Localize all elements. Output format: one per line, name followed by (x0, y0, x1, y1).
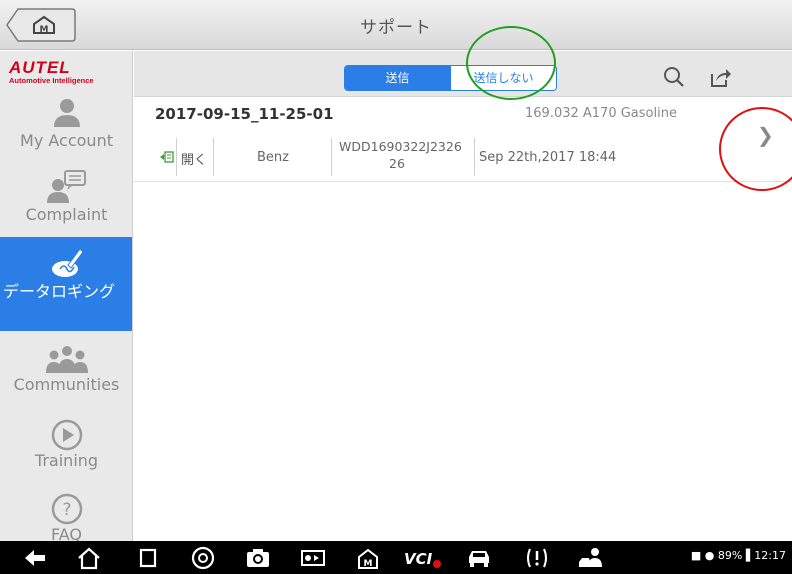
tpms-icon[interactable] (524, 545, 550, 571)
display-settings-icon[interactable] (300, 545, 326, 571)
record-row[interactable]: 開く Benz WDD1690322J2326 26 Sep 22th,2017… (134, 134, 792, 182)
sidebar-item-label: データロギング (3, 282, 116, 301)
status-area: ■ ● 89% ▌12:17 (691, 549, 786, 562)
recent-apps-icon[interactable] (135, 545, 161, 571)
battery-level: 89% (717, 549, 743, 562)
system-nav-bar: M VCI ■ ● 89% ▌12:17 (0, 541, 792, 574)
open-button[interactable]: 開く (181, 149, 207, 168)
sidebar-item-label: Communities (13, 375, 120, 394)
vin-line-1: WDD1690322J2326 (339, 139, 462, 154)
message-icon: ■ (690, 549, 702, 562)
sidebar-item-label: My Account (20, 131, 113, 150)
technician-icon[interactable] (578, 545, 604, 571)
sidebar-item-complaint[interactable]: Complaint (0, 163, 132, 237)
person-icon (53, 99, 80, 127)
sidebar-item-my-account[interactable]: My Account (0, 91, 132, 163)
chrome-icon[interactable] (190, 545, 216, 571)
vci-icon[interactable]: VCI (404, 545, 444, 571)
record-vehicle-model: 169.032 A170 Gasoline (525, 106, 677, 121)
toolbar: 送信 送信しない (134, 51, 792, 97)
sidebar-item-label: Training (34, 451, 99, 470)
svg-text:?: ? (62, 500, 71, 520)
sidebar-item-label: FAQ (51, 525, 82, 541)
sidebar-item-label: Complaint (25, 205, 108, 224)
share-icon[interactable] (708, 65, 732, 89)
sidebar-item-training[interactable]: Training (0, 413, 132, 487)
record-date: Sep 22th,2017 18:44 (479, 150, 617, 165)
group-icon (45, 346, 88, 373)
sidebar-item-faq[interactable]: ? FAQ (0, 487, 132, 541)
pen-sign-icon (51, 248, 84, 277)
vehicle-make: Benz (257, 150, 289, 165)
camera-icon[interactable] (245, 545, 271, 571)
search-icon[interactable] (662, 65, 686, 89)
logo-brand: AUTEL (9, 58, 71, 77)
home-nav-icon[interactable] (76, 545, 102, 571)
record-title: 2017-09-15_11-25-01 (155, 105, 334, 123)
clock: 12:17 (754, 549, 786, 562)
person-chat-icon (46, 170, 86, 203)
sidebar-item-communities[interactable]: Communities (0, 339, 132, 413)
vin-line-2: 26 (389, 156, 405, 171)
play-circle-icon (51, 419, 82, 451)
wifi-icon: ● (704, 549, 715, 562)
sidebar-item-data-logging[interactable]: データロギング (0, 237, 132, 331)
svg-text:M: M (364, 559, 373, 569)
tab-sent[interactable]: 送信 (345, 66, 450, 90)
back-icon[interactable] (22, 545, 48, 571)
question-circle-icon: ? (51, 493, 82, 525)
vehicle-icon[interactable] (466, 545, 492, 571)
app-window: M サポート AUTEL Automotive Intelligence My … (0, 0, 792, 574)
green-annotation-circle (466, 26, 556, 100)
autel-home-icon[interactable]: M (355, 545, 381, 571)
page-title: サポート (360, 18, 432, 38)
title-bar: M サポート (0, 0, 792, 50)
sidebar: AUTEL Automotive Intelligence My Account… (0, 51, 133, 541)
file-list-icon (160, 151, 174, 163)
svg-text:VCI: VCI (404, 550, 433, 568)
logo-tagline: Automotive Intelligence (9, 76, 94, 85)
autel-logo: AUTEL Automotive Intelligence (0, 51, 132, 91)
